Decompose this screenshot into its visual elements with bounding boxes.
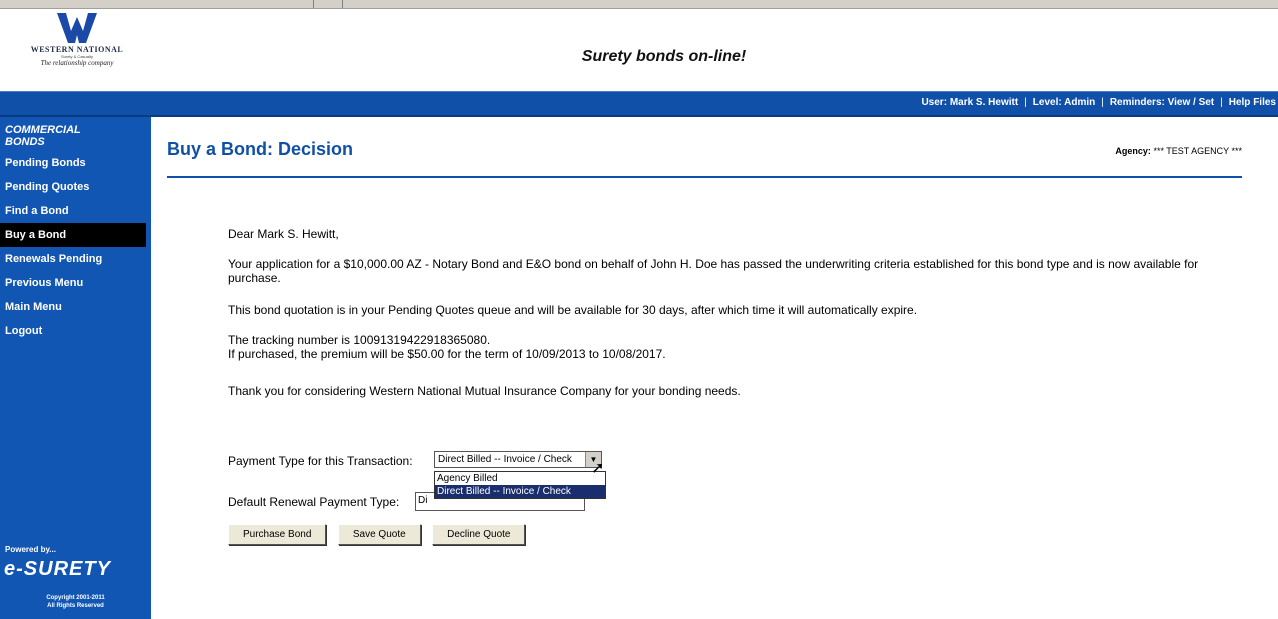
sidebar-item-pending-quotes[interactable]: Pending Quotes [0,175,146,199]
sidebar-menu: Pending Bonds Pending Quotes Find a Bond… [0,151,151,343]
renewal-payment-label: Default Renewal Payment Type: [228,495,400,509]
copyright-line1: Copyright 2001-2011 [46,595,105,601]
payment-type-select[interactable]: Direct Billed -- Invoice / Check ▼ [434,451,602,468]
page-title: Buy a Bond: Decision [167,139,354,159]
site-header: WESTERN NATIONAL Surety & Casualty The r… [0,9,1278,91]
level-value: Admin [1064,97,1096,108]
level-label: Level: [1032,97,1062,108]
esurety-logo: e-SURETY [4,558,111,580]
sidebar-title: COMMERCIAL BONDS [0,117,151,148]
sidebar-title-line1: COMMERCIAL [5,124,81,136]
sidebar-title-line2: BONDS [5,136,45,148]
w-logo-icon [57,13,97,43]
site-tagline: Surety bonds on-line! [581,48,747,65]
sidebar-item-buy-a-bond[interactable]: Buy a Bond [0,223,146,247]
main-content: Buy a Bond: Decision Agency: *** TEST AG… [151,117,1278,619]
approval-paragraph: Your application for a $10,000.00 AZ - N… [228,257,1199,285]
premium-info: If purchased, the premium will be $50.00… [228,347,666,361]
divider [342,0,343,8]
agency-value: *** TEST AGENCY *** [1153,146,1242,156]
sidebar-item-find-a-bond[interactable]: Find a Bond [0,199,146,223]
reminders-label: Reminders: [1109,97,1165,108]
divider [313,0,314,8]
copyright-line2: All Rights Reserved [47,603,104,609]
sidebar: COMMERCIAL BONDS Pending Bonds Pending Q… [0,117,151,619]
tracking-number: The tracking number is 10091319422918365… [228,333,491,347]
top-nav-bar: User: Mark S. Hewitt | Level: Admin | Remind… [0,91,1278,117]
greeting: Dear Mark S. Hewitt, [228,227,339,241]
copyright: Copyright 2001-2011 All Rights Reserved [0,594,151,610]
sidebar-item-pending-bonds[interactable]: Pending Bonds [0,151,146,175]
sidebar-item-main-menu[interactable]: Main Menu [0,295,146,319]
save-quote-button[interactable]: Save Quote [337,524,421,545]
queue-paragraph: This bond quotation is in your Pending Q… [228,303,918,317]
sidebar-item-previous-menu[interactable]: Previous Menu [0,271,146,295]
thanks-paragraph: Thank you for considering Western Nation… [228,384,741,398]
reminders-view-set-link[interactable]: View / Set [1168,97,1215,108]
purchase-bond-button[interactable]: Purchase Bond [228,524,327,545]
title-divider [167,176,1242,178]
payment-type-dropdown: Agency Billed Direct Billed -- Invoice /… [434,471,606,499]
payment-type-value: Direct Billed -- Invoice / Check [438,454,572,465]
agency-label: Agency: [1115,146,1151,156]
user-name: Mark S. Hewitt [949,97,1019,108]
sidebar-item-logout[interactable]: Logout [0,319,146,343]
mouse-cursor-icon: ➚ [591,460,605,477]
renewal-payment-value: Di [418,495,428,506]
powered-by-label: Powered by... [5,545,56,554]
help-files-link[interactable]: Help Files [1229,97,1276,108]
browser-top-strip [0,0,1278,9]
decline-quote-button[interactable]: Decline Quote [432,524,526,545]
dropdown-option-agency-billed[interactable]: Agency Billed [435,472,605,485]
action-buttons: Purchase Bond Save Quote Decline Quote [228,524,532,545]
agency-info: Agency: *** TEST AGENCY *** [1115,146,1242,156]
user-info-bar: User: Mark S. Hewitt | Level: Admin | Remind… [921,97,1276,108]
sidebar-item-renewals-pending[interactable]: Renewals Pending [0,247,146,271]
user-label: User: [921,97,948,108]
payment-type-label: Payment Type for this Transaction: [228,454,413,468]
dropdown-option-direct-billed[interactable]: Direct Billed -- Invoice / Check [435,485,605,498]
